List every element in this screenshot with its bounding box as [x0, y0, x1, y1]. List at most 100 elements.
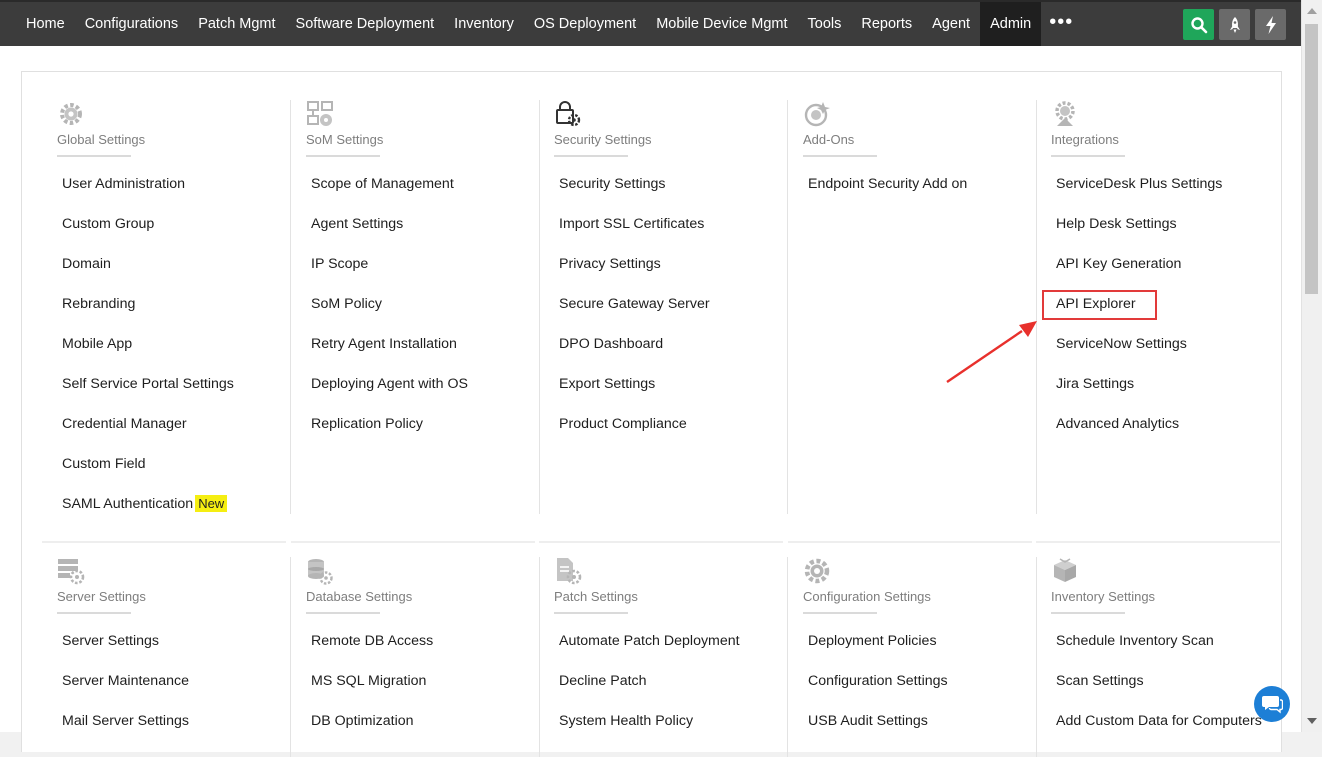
link-help-desk-settings[interactable]: Help Desk Settings	[1056, 210, 1222, 250]
link-credential-manager[interactable]: Credential Manager	[62, 410, 234, 450]
chat-support-button[interactable]	[1254, 686, 1290, 722]
scrollbar-thumb[interactable]	[1305, 24, 1318, 294]
link-deployment-policies[interactable]: Deployment Policies	[808, 627, 948, 667]
admin-settings-panel: Global Settings User Administration Cust…	[21, 71, 1282, 757]
link-decline-patch[interactable]: Decline Patch	[559, 667, 740, 707]
link-saml-authentication-row[interactable]: SAML Authentication New	[62, 490, 234, 530]
nav-tab-admin[interactable]: Admin	[980, 2, 1042, 46]
section-title: Global Settings	[57, 132, 146, 147]
link-privacy-settings[interactable]: Privacy Settings	[559, 250, 710, 290]
link-deploying-agent-with-os[interactable]: Deploying Agent with OS	[311, 370, 468, 410]
quick-actions-button[interactable]	[1255, 9, 1286, 40]
top-navigation-bar: Home Configurations Patch Mgmt Software …	[0, 0, 1302, 46]
nav-tab-inventory[interactable]: Inventory	[444, 2, 524, 46]
section-title: Inventory Settings	[1051, 589, 1156, 604]
inventory-settings-section: Inventory Settings Schedule Inventory Sc…	[1036, 557, 1284, 757]
link-advanced-analytics[interactable]: Advanced Analytics	[1056, 410, 1222, 450]
section-links: Server Settings Server Maintenance Mail …	[62, 627, 189, 747]
nav-tab-reports[interactable]: Reports	[851, 2, 922, 46]
link-server-maintenance[interactable]: Server Maintenance	[62, 667, 189, 707]
link-dpo-dashboard[interactable]: DPO Dashboard	[559, 330, 710, 370]
nav-tab-agent[interactable]: Agent	[922, 2, 980, 46]
link-self-service-portal-settings[interactable]: Self Service Portal Settings	[62, 370, 234, 410]
server-gear-icon	[58, 559, 85, 585]
link-servicedesk-plus-settings[interactable]: ServiceDesk Plus Settings	[1056, 170, 1222, 210]
integration-icon	[1055, 101, 1075, 126]
bolt-icon	[1265, 15, 1276, 34]
link-jira-settings[interactable]: Jira Settings	[1056, 370, 1222, 410]
section-title: Configuration Settings	[803, 589, 931, 604]
search-button[interactable]	[1183, 9, 1214, 40]
row-divider	[1036, 541, 1280, 543]
nav-tab-home[interactable]: Home	[16, 2, 75, 46]
addon-icon	[804, 102, 830, 127]
link-api-key-generation[interactable]: API Key Generation	[1056, 250, 1222, 290]
box-icon	[1054, 558, 1076, 582]
link-remote-db-access[interactable]: Remote DB Access	[311, 627, 433, 667]
section-title: Integrations	[1051, 132, 1119, 147]
link-retry-agent-installation[interactable]: Retry Agent Installation	[311, 330, 468, 370]
patch-doc-icon	[557, 558, 582, 585]
database-icon	[308, 559, 333, 585]
link-replication-policy[interactable]: Replication Policy	[311, 410, 468, 450]
link-db-optimization[interactable]: DB Optimization	[311, 707, 433, 747]
link-domain[interactable]: Domain	[62, 250, 234, 290]
rocket-icon	[1229, 16, 1240, 33]
section-underline	[554, 155, 628, 157]
link-system-health-policy[interactable]: System Health Policy	[559, 707, 740, 747]
link-agent-settings[interactable]: Agent Settings	[311, 210, 468, 250]
link-add-custom-data-for-computers[interactable]: Add Custom Data for Computers	[1056, 707, 1262, 747]
section-underline	[1051, 155, 1125, 157]
database-settings-section: Database Settings Remote DB Access MS SQ…	[291, 557, 540, 757]
section-title: Security Settings	[554, 132, 652, 147]
link-ms-sql-migration[interactable]: MS SQL Migration	[311, 667, 433, 707]
link-custom-field[interactable]: Custom Field	[62, 450, 234, 490]
link-som-policy[interactable]: SoM Policy	[311, 290, 468, 330]
link-rebranding[interactable]: Rebranding	[62, 290, 234, 330]
section-links: Remote DB Access MS SQL Migration DB Opt…	[311, 627, 433, 747]
link-server-settings[interactable]: Server Settings	[62, 627, 189, 667]
lock-gear-icon	[556, 101, 581, 127]
link-mobile-app[interactable]: Mobile App	[62, 330, 234, 370]
nav-tab-os-deployment[interactable]: OS Deployment	[524, 2, 646, 46]
section-title: Patch Settings	[554, 589, 638, 604]
scroll-down-icon[interactable]	[1307, 718, 1317, 724]
link-security-settings[interactable]: Security Settings	[559, 170, 710, 210]
nav-tab-configurations[interactable]: Configurations	[75, 2, 189, 46]
section-links: Security Settings Import SSL Certificate…	[559, 170, 710, 450]
link-scope-of-management[interactable]: Scope of Management	[311, 170, 468, 210]
gear-icon	[60, 103, 82, 125]
link-export-settings[interactable]: Export Settings	[559, 370, 710, 410]
scroll-up-icon[interactable]	[1307, 8, 1317, 14]
link-endpoint-security-add-on[interactable]: Endpoint Security Add on	[808, 170, 967, 210]
server-settings-section: Server Settings Server Settings Server M…	[42, 557, 291, 757]
link-user-administration[interactable]: User Administration	[62, 170, 234, 210]
section-underline	[803, 612, 877, 614]
link-import-ssl-certificates[interactable]: Import SSL Certificates	[559, 210, 710, 250]
vertical-scrollbar[interactable]	[1301, 0, 1322, 732]
more-menu-icon[interactable]: •••	[1041, 2, 1081, 46]
api-explorer-highlight-box	[1042, 290, 1157, 320]
link-secure-gateway-server[interactable]: Secure Gateway Server	[559, 290, 710, 330]
nav-tab-tools[interactable]: Tools	[798, 2, 852, 46]
nav-tab-mobile-device-mgmt[interactable]: Mobile Device Mgmt	[646, 2, 797, 46]
link-servicenow-settings[interactable]: ServiceNow Settings	[1056, 330, 1222, 370]
link-scan-settings[interactable]: Scan Settings	[1056, 667, 1262, 707]
link-saml-authentication[interactable]: SAML Authentication	[62, 496, 193, 512]
link-schedule-inventory-scan[interactable]: Schedule Inventory Scan	[1056, 627, 1262, 667]
nav-tab-software-deployment[interactable]: Software Deployment	[286, 2, 445, 46]
patch-settings-section: Patch Settings Automate Patch Deployment…	[539, 557, 788, 757]
quick-launch-button[interactable]	[1219, 9, 1250, 40]
link-custom-group[interactable]: Custom Group	[62, 210, 234, 250]
link-usb-audit-settings[interactable]: USB Audit Settings	[808, 707, 948, 747]
chat-bubble-icon	[1262, 696, 1283, 714]
link-automate-patch-deployment[interactable]: Automate Patch Deployment	[559, 627, 740, 667]
link-configuration-settings[interactable]: Configuration Settings	[808, 667, 948, 707]
nav-tab-patch-mgmt[interactable]: Patch Mgmt	[188, 2, 285, 46]
link-product-compliance[interactable]: Product Compliance	[559, 410, 710, 450]
row-divider	[291, 541, 535, 543]
link-ip-scope[interactable]: IP Scope	[311, 250, 468, 290]
nav-tabs: Home Configurations Patch Mgmt Software …	[16, 2, 1081, 46]
link-mail-server-settings[interactable]: Mail Server Settings	[62, 707, 189, 747]
section-underline	[803, 155, 877, 157]
